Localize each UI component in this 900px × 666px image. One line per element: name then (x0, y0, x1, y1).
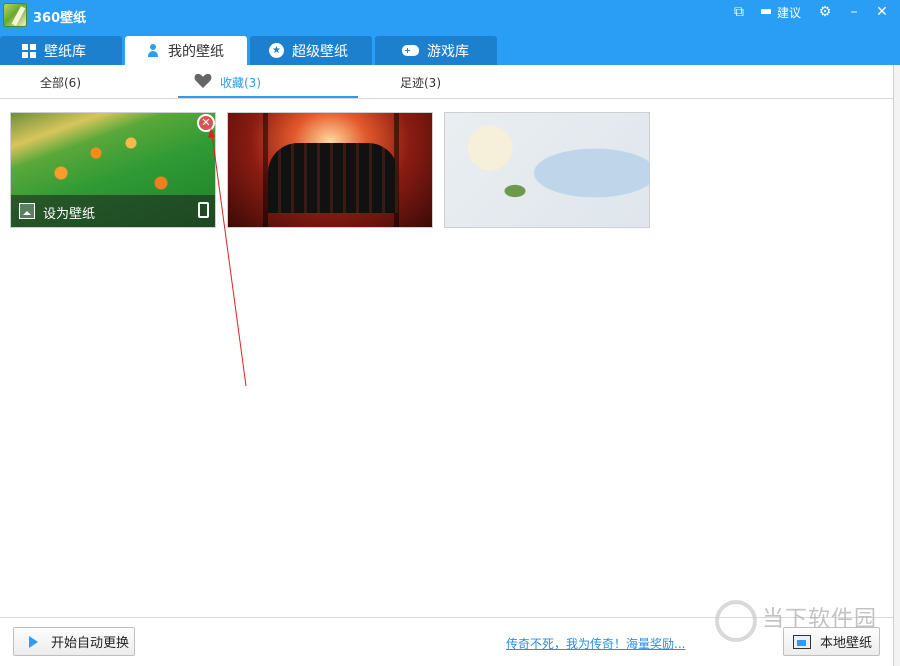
minimize-icon[interactable]: – (846, 4, 862, 20)
tab-label: 超级壁纸 (292, 43, 348, 60)
set-wallpaper-button[interactable]: 设为壁纸 (43, 203, 95, 222)
auto-change-label: 开始自动更换 (51, 636, 130, 651)
active-subtab-indicator (178, 96, 358, 98)
auto-change-button[interactable]: 开始自动更换 (13, 627, 135, 656)
subtab-history[interactable]: 足迹(3) (400, 74, 441, 91)
subtab-all[interactable]: 全部(6) (40, 74, 81, 91)
tab-super-wallpapers[interactable]: ★ 超级壁纸 (250, 36, 372, 65)
promo-link[interactable]: 传奇不死，我为传奇！海量奖励... (506, 635, 685, 652)
set-wallpaper-icon[interactable] (19, 203, 35, 219)
window-edge (893, 65, 900, 666)
tab-wallpaper-library[interactable]: 壁纸库 (0, 36, 122, 65)
app-title: 360壁纸 (33, 11, 87, 26)
characters-silhouette (268, 143, 398, 213)
wallpaper-thumbnail-green-fields[interactable]: 设为壁纸 (10, 112, 216, 228)
local-wallpaper-icon (793, 634, 811, 649)
tab-label: 游戏库 (427, 43, 469, 60)
feedback-link[interactable]: 建议 (777, 4, 801, 21)
star-icon: ★ (269, 43, 284, 58)
tab-game-library[interactable]: 游戏库 (375, 36, 497, 65)
app-logo-icon (3, 3, 27, 27)
footer-bar: 开始自动更换 传奇不死，我为传奇！海量奖励... 本地壁纸 (0, 617, 893, 666)
play-icon (29, 635, 38, 648)
watermark-logo-icon (715, 600, 757, 642)
feedback-icon[interactable]: ▬ (759, 4, 773, 20)
wallpaper-thumbnail-white-rose[interactable] (444, 112, 650, 228)
phone-icon[interactable] (198, 202, 209, 218)
subtab-favorites[interactable]: 收藏(3) (220, 74, 261, 91)
wallpaper-thumbnail-anime-group[interactable] (227, 112, 433, 228)
annotation-arrow (208, 128, 247, 387)
watermark-text: 当下软件园 (762, 607, 878, 632)
remove-favorite-icon[interactable]: ✕ (197, 114, 215, 132)
thumbnail-action-bar: 设为壁纸 (11, 195, 215, 227)
local-wallpaper-label: 本地壁纸 (820, 636, 873, 651)
mini-mode-icon[interactable]: ⧉ (731, 4, 747, 20)
close-icon[interactable]: ✕ (874, 4, 890, 20)
tab-label: 我的壁纸 (168, 43, 224, 60)
gamepad-icon (402, 45, 419, 56)
title-bar: 360壁纸 ⧉ ▬ 建议 ⚙ – ✕ (0, 0, 900, 36)
tab-label: 壁纸库 (44, 43, 86, 60)
heart-icon (194, 73, 212, 88)
grid-icon (22, 43, 36, 58)
sub-tab-bar: 全部(6) 收藏(3) 足迹(3) (0, 65, 893, 99)
tab-my-wallpapers[interactable]: 我的壁纸 (125, 36, 247, 65)
gear-icon[interactable]: ⚙ (817, 4, 833, 20)
user-icon (146, 43, 160, 58)
main-tab-bar: 壁纸库 我的壁纸 ★ 超级壁纸 游戏库 (0, 36, 900, 65)
